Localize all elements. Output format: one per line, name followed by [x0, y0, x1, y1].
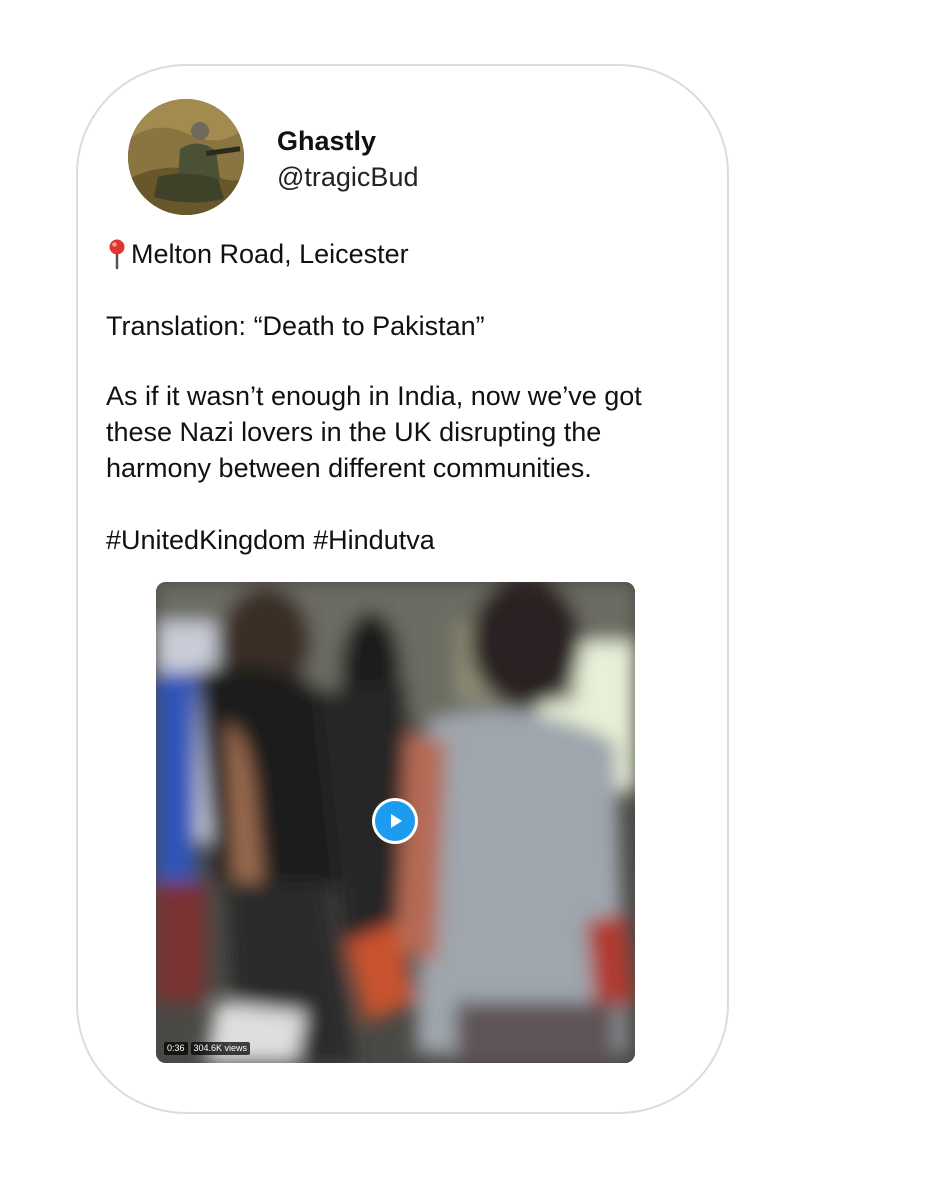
user-handle[interactable]: @tragicBud — [277, 161, 418, 193]
page-canvas: Ghastly @tragicBud Melton Road, Leiceste… — [0, 0, 927, 1200]
video-duration: 0:36 — [164, 1042, 188, 1055]
round-pushpin-icon — [106, 238, 128, 270]
play-icon — [391, 814, 402, 828]
location-text: Melton Road, Leicester — [131, 239, 409, 269]
paragraph-line: As if it wasn’t enough in India, now we’… — [106, 381, 642, 411]
translation-text: Translation: “Death to Pakistan” — [106, 311, 485, 341]
video-player[interactable]: 0:36 304.6K views — [156, 582, 635, 1063]
play-circle — [375, 801, 415, 841]
location-line: Melton Road, Leicester — [106, 236, 706, 272]
paragraph-line: harmony between different communities. — [106, 453, 592, 483]
play-button[interactable] — [372, 798, 418, 844]
display-name[interactable]: Ghastly — [277, 125, 376, 157]
hashtag-link[interactable]: #Hindutva — [313, 525, 435, 555]
paragraph-line: these Nazi lovers in the UK disrupting t… — [106, 417, 602, 447]
hashtag-link[interactable]: #UnitedKingdom — [106, 525, 306, 555]
avatar[interactable] — [128, 99, 244, 215]
video-view-count: 304.6K views — [190, 1042, 251, 1055]
hashtags-line: #UnitedKingdom #Hindutva — [106, 522, 706, 558]
tweet-paragraph: As if it wasn’t enough in India, now we’… — [106, 378, 706, 486]
video-stats-overlay: 0:36 304.6K views — [164, 1042, 251, 1055]
